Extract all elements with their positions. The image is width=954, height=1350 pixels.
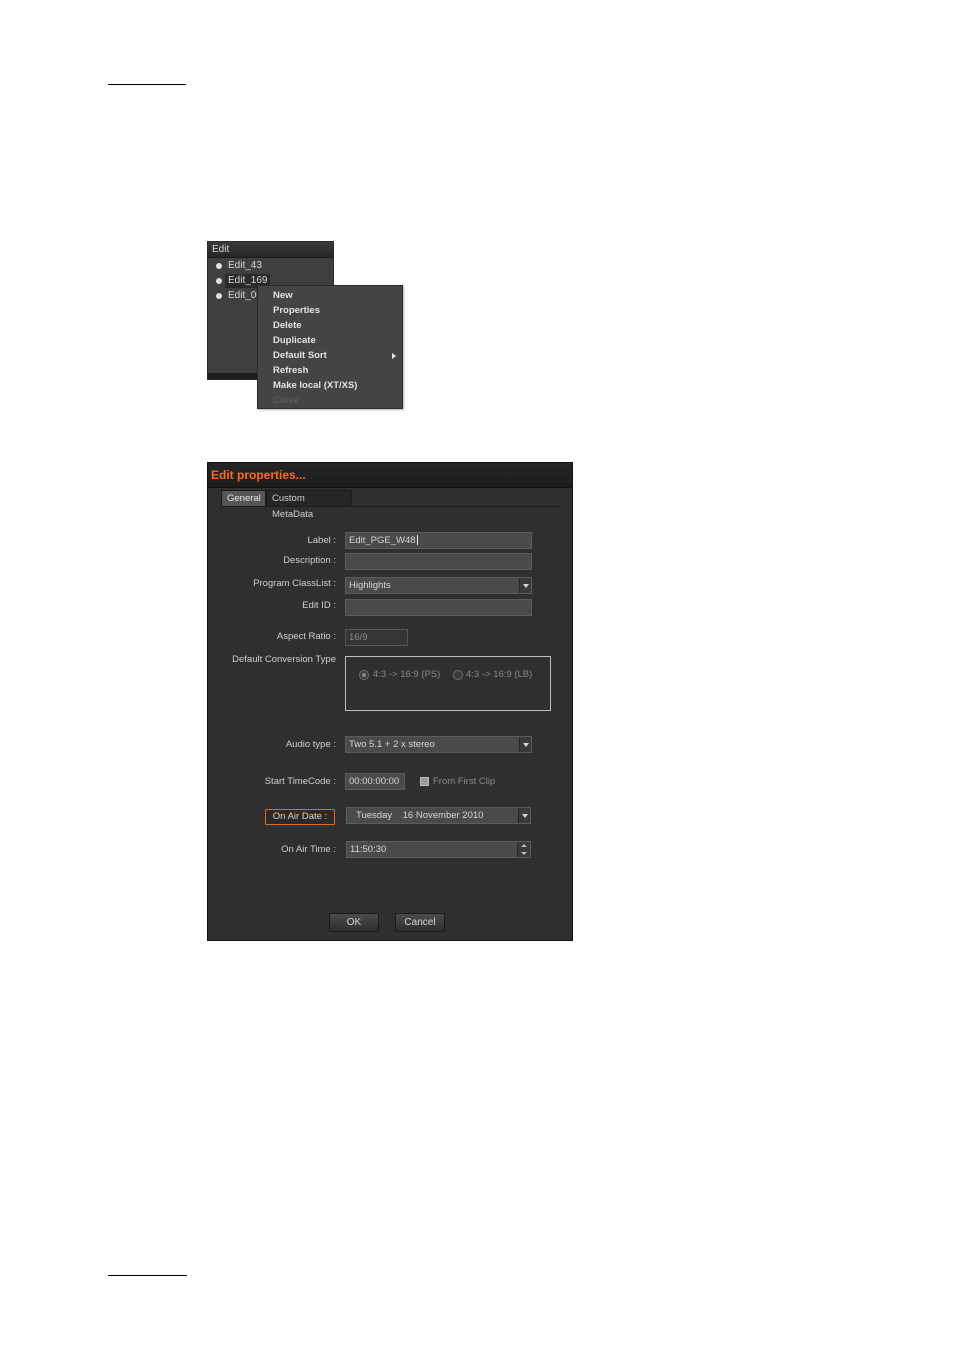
edit-id-input[interactable] (345, 599, 532, 616)
on-air-time-value: 11:50:30 (350, 844, 387, 855)
page-header-rule (108, 84, 186, 85)
label-input[interactable]: Edit_PGE_W48 (345, 532, 532, 549)
menu-item-delete[interactable]: Delete (273, 320, 302, 332)
bullet-icon (216, 293, 222, 299)
submenu-arrow-icon (392, 353, 396, 359)
start-timecode-input[interactable]: 00:00:00:00 (345, 773, 405, 790)
program-classlist-value: Highlights (349, 580, 391, 591)
radio-ps[interactable] (359, 670, 369, 680)
program-classlist-select[interactable]: Highlights (345, 577, 532, 594)
page-footer-rule (108, 1275, 187, 1276)
dialog-titlebar: Edit properties... (208, 463, 572, 488)
from-first-clip-label: From First Clip (433, 776, 496, 787)
audio-type-value: Two 5.1 + 2 x stereo (349, 739, 435, 750)
aspect-ratio-label: Aspect Ratio : (276, 631, 336, 642)
default-conversion-label: Default Conversion Type (232, 654, 336, 665)
on-air-time-label: On Air Time : (281, 844, 336, 855)
menu-item-make-local[interactable]: Make local (XT/XS) (273, 380, 357, 392)
chevron-down-icon[interactable] (518, 808, 530, 823)
aspect-ratio-field: 16/9 (345, 629, 408, 646)
audio-type-label: Audio type : (285, 739, 336, 750)
edit-id-label: Edit ID : (302, 600, 336, 611)
radio-lb[interactable] (453, 670, 463, 680)
description-input[interactable] (345, 553, 532, 570)
program-classlist-label: Program ClassList : (253, 578, 336, 589)
radio-lb-label: 4:3 -> 16:9 (LB) (466, 669, 533, 680)
label-input-value: Edit_PGE_W48 (349, 535, 416, 546)
bullet-icon (216, 278, 222, 284)
on-air-date-value: Tuesday 16 November 2010 (356, 810, 484, 821)
tab-general[interactable]: General (221, 490, 266, 506)
radio-ps-label: 4:3 -> 16:9 (PS) (373, 669, 441, 680)
menu-item-default-sort[interactable]: Default Sort (273, 350, 327, 362)
menu-item-close: Close (273, 395, 299, 406)
menu-item-properties[interactable]: Properties (273, 305, 320, 317)
on-air-date-button[interactable]: On Air Date : (265, 809, 335, 825)
description-label: Description : (283, 555, 336, 566)
label-field-label: Label : (307, 535, 336, 546)
context-menu: New Properties Delete Duplicate Default … (257, 285, 403, 409)
text-caret (416, 535, 418, 546)
time-spinner[interactable] (517, 842, 530, 857)
list-item[interactable]: Edit_43 (209, 259, 333, 273)
edit-list-header: Edit (208, 242, 333, 258)
chevron-down-icon[interactable] (519, 737, 531, 752)
spinner-down-icon[interactable] (521, 852, 527, 855)
audio-type-select[interactable]: Two 5.1 + 2 x stereo (345, 736, 532, 753)
menu-item-duplicate[interactable]: Duplicate (273, 335, 316, 347)
list-item-label: Edit_43 (228, 260, 262, 271)
menu-item-refresh[interactable]: Refresh (273, 365, 308, 377)
menu-item-new[interactable]: New (273, 290, 293, 302)
cancel-button[interactable]: Cancel (395, 913, 445, 932)
ok-button[interactable]: OK (329, 913, 379, 932)
from-first-clip-checkbox[interactable] (420, 777, 429, 786)
conversion-type-group: 4:3 -> 16:9 (PS) 4:3 -> 16:9 (LB) (345, 656, 551, 711)
bullet-icon (216, 263, 222, 269)
edit-properties-dialog: Edit properties... General Custom MetaDa… (207, 462, 573, 941)
chevron-down-icon[interactable] (519, 578, 531, 593)
tab-divider (221, 506, 560, 507)
on-air-time-input[interactable]: 11:50:30 (346, 841, 531, 858)
dialog-title: Edit properties... (211, 468, 306, 482)
tab-custom-metadata[interactable]: Custom MetaData (266, 490, 352, 520)
on-air-date-picker[interactable]: Tuesday 16 November 2010 (346, 807, 531, 824)
start-timecode-label: Start TimeCode : (264, 776, 336, 787)
spinner-up-icon[interactable] (521, 844, 527, 847)
